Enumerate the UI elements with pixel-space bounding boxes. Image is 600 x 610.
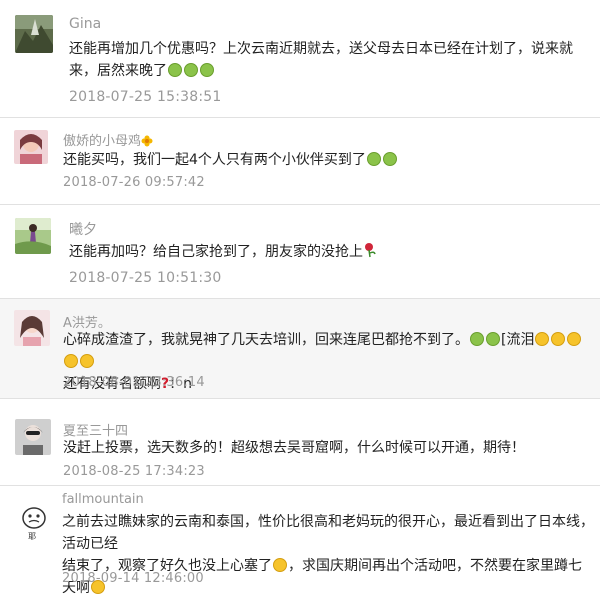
comment-item: 耶 fallmountain 之前去过瞧妹家的云南和泰国，性价比很高和老妈玩的很…: [0, 486, 600, 610]
avatar[interactable]: [15, 419, 51, 455]
comment-text-body: 还能买吗，我们一起4个人只有两个小伙伴买到了: [63, 152, 366, 168]
username[interactable]: 傲娇的小母鸡: [63, 130, 153, 151]
comment-text-bracket: [流泪: [501, 332, 535, 348]
avatar[interactable]: [15, 218, 51, 254]
grin-green-emoji-icon: [486, 332, 500, 346]
comment-text-body: 还能再增加几个优惠吗？上次云南近期就去，送父母去日本已经在计划了，说来就来，居然…: [69, 41, 573, 79]
timestamp: 2018-07-25 10:51:30: [69, 270, 222, 286]
comment-text: 还能买吗，我们一起4个人只有两个小伙伴买到了: [63, 149, 583, 171]
grin-green-emoji-icon: [470, 332, 484, 346]
comment-text: 还能再加吗？给自己家抢到了，朋友家的没抢上: [69, 241, 589, 265]
rose-icon: [363, 242, 377, 265]
comment-text: 没赶上投票，选天数多的！超级想去吴哥窟啊，什么时候可以开通，期待！: [63, 440, 525, 456]
grin-green-emoji-icon: [168, 63, 182, 77]
username-text: 傲娇的小母鸡: [63, 134, 142, 149]
comment-item: 夏至三十四 没赶上投票，选天数多的！超级想去吴哥窟啊，什么时候可以开通，期待！ …: [0, 399, 600, 485]
comment-text-body: 还能再加吗？给自己家抢到了，朋友家的没抢上: [69, 244, 363, 260]
comment-text-line1: 心碎成渣渣了，我就晃神了几天去培训，回来连尾巴都抢不到了。: [63, 332, 469, 348]
timestamp: 2018-07-25 15:38:51: [69, 89, 222, 105]
timestamp: 2018-08-25 17:34:23: [63, 464, 205, 479]
grin-green-emoji-icon: [382, 152, 397, 166]
sad-yellow-emoji-icon: [80, 354, 94, 368]
comment-list: Gina 还能再增加几个优惠吗？上次云南近期就去，送父母去日本已经在计划了，说来…: [0, 0, 600, 610]
grin-green-emoji-icon: [184, 63, 198, 77]
avatar[interactable]: [15, 15, 53, 53]
comment-item: A洪芳。 心碎成渣渣了，我就晃神了几天去培训，回来连尾巴都抢不到了。 [流泪 还有…: [0, 299, 600, 398]
grin-green-emoji-icon: [366, 152, 381, 166]
username[interactable]: 曦夕: [69, 219, 97, 239]
comment-text-line1: 之前去过瞧妹家的云南和泰国，性价比很高和老妈玩的很开心，最近看到出了日本线，活动…: [62, 514, 594, 552]
svg-text:耶: 耶: [28, 532, 36, 541]
sad-yellow-emoji-icon: [567, 332, 582, 346]
sad-yellow-emoji-icon: [273, 558, 287, 572]
comment-item: 曦夕 还能再加吗？给自己家抢到了，朋友家的没抢上 2018-07-25 10:5…: [0, 205, 600, 298]
sad-yellow-emoji-icon: [535, 332, 550, 346]
comment-item: Gina 还能再增加几个优惠吗？上次云南近期就去，送父母去日本已经在计划了，说来…: [0, 0, 600, 117]
comment-text: 还能再增加几个优惠吗？上次云南近期就去，送父母去日本已经在计划了，说来就来，居然…: [69, 38, 589, 82]
grin-green-emoji-icon: [200, 63, 214, 77]
comment-item: 傲娇的小母鸡 还能买吗，我们一起4个人只有两个小伙伴买到了 2018-07-26…: [0, 118, 600, 204]
timestamp: 2018-07-26 09:57:42: [63, 175, 205, 190]
sad-yellow-emoji-icon: [551, 332, 566, 346]
avatar[interactable]: [14, 310, 50, 346]
username[interactable]: Gina: [69, 16, 101, 32]
sad-yellow-emoji-icon: [64, 354, 78, 368]
avatar[interactable]: [14, 130, 48, 164]
timestamp: 2018-09-14 12:46:00: [62, 571, 204, 586]
timestamp: 2018-08-01 23:36:14: [63, 375, 205, 390]
avatar[interactable]: 耶: [18, 504, 50, 542]
username[interactable]: fallmountain: [62, 492, 144, 507]
